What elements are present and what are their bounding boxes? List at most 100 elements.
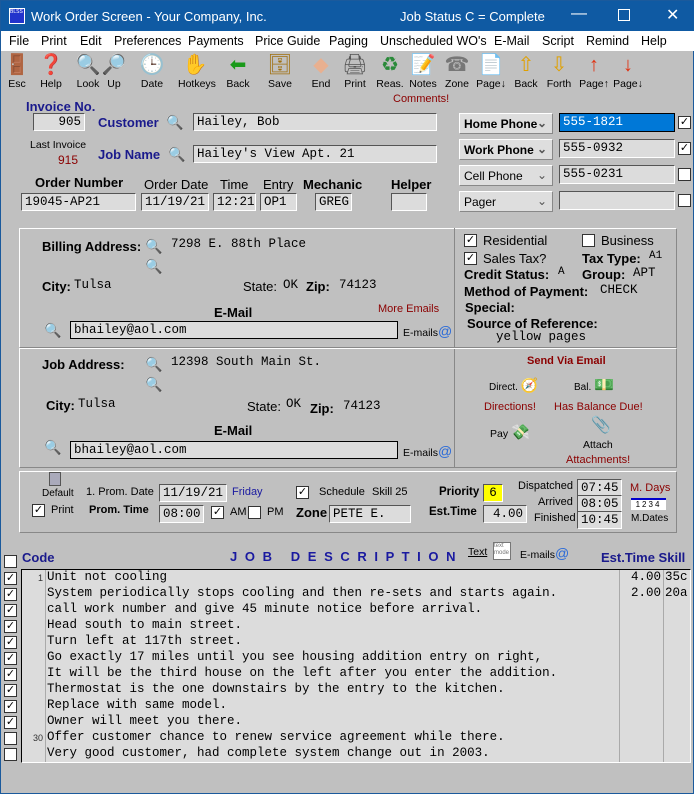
billing-email-field[interactable]: bhailey@aol.com — [70, 321, 398, 339]
toolbar-button-reas-10[interactable]: ♻ Reas. — [373, 52, 407, 90]
line-checkbox[interactable] — [4, 732, 17, 745]
line-checkbox[interactable]: ✓ — [4, 716, 17, 729]
phone-number-field[interactable]: 555-0932 — [559, 139, 675, 158]
toolbar-button-page-17[interactable]: ↓ Page↓ — [611, 52, 645, 90]
toolbar-button-esc-0[interactable]: 🚪 Esc — [0, 52, 34, 90]
prom-date-field[interactable]: 11/19/21 — [159, 484, 227, 502]
toolbar-button-up-3[interactable]: 🔎 Up — [97, 52, 131, 90]
menu-unscheduled[interactable]: Unscheduled WO's — [380, 34, 487, 48]
menu-email[interactable]: E-Mail — [494, 34, 529, 48]
job-email-field[interactable]: bhailey@aol.com — [70, 441, 398, 459]
sales-tax-checkbox[interactable]: ✓ — [464, 252, 477, 265]
job-line[interactable]: Go exactly 17 miles until you see housin… — [22, 650, 692, 666]
toolbar-button-back-14[interactable]: ⇧ Back — [509, 52, 543, 90]
phone-type-select[interactable]: Cell Phone ⌄ — [459, 165, 553, 186]
menu-help[interactable]: Help — [641, 34, 667, 48]
attachments-link[interactable]: Attachments! — [566, 454, 630, 466]
text-button[interactable]: Text — [468, 546, 487, 558]
line-checkbox[interactable]: ✓ — [4, 636, 17, 649]
phone-checkbox[interactable] — [678, 194, 691, 207]
menu-file[interactable]: File — [9, 34, 29, 48]
schedule-checkbox[interactable]: ✓ — [296, 486, 309, 499]
customer-lookup-icon[interactable]: 🔍 — [166, 114, 183, 130]
text-mode-icon[interactable]: text mode — [493, 542, 511, 560]
phone-type-select[interactable]: Pager ⌄ — [459, 191, 553, 212]
line-checkbox[interactable] — [4, 748, 17, 761]
am-checkbox[interactable]: ✓ — [211, 506, 224, 519]
job-address2-lookup-icon[interactable]: 🔍 — [145, 376, 162, 392]
job-line[interactable]: 30 Offer customer chance to renew servic… — [22, 730, 692, 746]
job-line[interactable]: Thermostat is the one downstairs by the … — [22, 682, 692, 698]
job-line[interactable]: Owner will meet you there. — [22, 714, 692, 730]
pm-checkbox[interactable] — [248, 506, 261, 519]
menu-preferences[interactable]: Preferences — [114, 34, 181, 48]
job-line[interactable]: Very good customer, had complete system … — [22, 746, 692, 762]
close-button[interactable]: ✕ — [666, 5, 679, 25]
zone-field[interactable]: PETE E. — [329, 505, 411, 523]
phone-checkbox[interactable]: ✓ — [678, 142, 691, 155]
m-dates-calendar-icon[interactable]: 1234 — [631, 498, 666, 510]
phone-checkbox[interactable]: ✓ — [678, 116, 691, 129]
est-time-field[interactable]: 4.00 — [483, 505, 527, 523]
line-checkbox[interactable]: ✓ — [4, 668, 17, 681]
toolbar-button-notes-11[interactable]: 📝 Notes — [406, 52, 440, 90]
phone-type-select[interactable]: Home Phone ⌄ — [459, 113, 553, 134]
toolbar-button-save-7[interactable]: 🗄 Save — [263, 52, 297, 90]
toolbar-button-print-9[interactable]: 🖨 Print — [338, 52, 372, 90]
line-checkbox[interactable]: ✓ — [4, 588, 17, 601]
menu-script[interactable]: Script — [542, 34, 574, 48]
toolbar-button-page-13[interactable]: 📄 Page↓ — [474, 52, 508, 90]
time-field[interactable]: 12:21 — [213, 193, 256, 211]
menu-edit[interactable]: Edit — [80, 34, 102, 48]
line-checkbox[interactable]: ✓ — [4, 572, 17, 585]
toolbar-button-end-8[interactable]: ◆ End — [304, 52, 338, 90]
maximize-button[interactable] — [618, 9, 630, 21]
toolbar-button-date-4[interactable]: 🕒 Date — [135, 52, 169, 90]
job-email-lookup-icon[interactable]: 🔍 — [44, 439, 61, 455]
comments-link[interactable]: Comments! — [393, 93, 449, 105]
balance-due-link[interactable]: Has Balance Due! — [554, 401, 643, 413]
phone-number-field[interactable]: 555-1821 — [559, 113, 675, 132]
toolbar-button-page-16[interactable]: ↑ Page↑ — [577, 52, 611, 90]
toolbar-button-forth-15[interactable]: ⇩ Forth — [542, 52, 576, 90]
menu-paging[interactable]: Paging — [329, 34, 368, 48]
menu-price-guide[interactable]: Price Guide — [255, 34, 320, 48]
line-checkbox[interactable]: ✓ — [4, 684, 17, 697]
job-name-field[interactable]: Hailey's View Apt. 21 — [193, 145, 437, 163]
priority-field[interactable]: 6 — [483, 484, 503, 502]
menu-payments[interactable]: Payments — [188, 34, 244, 48]
toolbar-button-hotkeys-5[interactable]: ✋ Hotkeys — [178, 52, 216, 90]
pay-button[interactable]: Pay 💸 — [490, 423, 530, 441]
job-name-lookup-icon[interactable]: 🔍 — [168, 146, 185, 162]
business-checkbox[interactable] — [582, 234, 595, 247]
menu-remind[interactable]: Remind — [586, 34, 629, 48]
order-date-field[interactable]: 11/19/21 — [141, 193, 209, 211]
print-checkbox[interactable]: ✓ — [32, 504, 45, 517]
phone-type-select[interactable]: Work Phone ⌄ — [459, 139, 553, 160]
order-number-field[interactable]: 19045-AP21 — [21, 193, 136, 211]
menu-print[interactable]: Print — [41, 34, 67, 48]
billing-email-lookup-icon[interactable]: 🔍 — [44, 322, 61, 338]
line-checkbox[interactable]: ✓ — [4, 700, 17, 713]
invoice-field[interactable]: 905 — [33, 113, 85, 131]
residential-checkbox[interactable]: ✓ — [464, 234, 477, 247]
job-line[interactable]: Replace with same model. — [22, 698, 692, 714]
more-emails-link[interactable]: More Emails — [378, 303, 439, 315]
phone-checkbox[interactable] — [678, 168, 691, 181]
job-address-lookup-icon[interactable]: 🔍 — [145, 356, 162, 372]
job-line[interactable]: call work number and give 45 minute noti… — [22, 602, 692, 618]
billing-address2-lookup-icon[interactable]: 🔍 — [145, 258, 162, 274]
directions-link[interactable]: Directions! — [484, 401, 536, 413]
billing-address-lookup-icon[interactable]: 🔍 — [145, 238, 162, 254]
customer-field[interactable]: Hailey, Bob — [193, 113, 437, 131]
prom-time-field[interactable]: 08:00 — [159, 505, 204, 523]
minimize-button[interactable]: — — [571, 5, 587, 23]
toolbar-button-back-6[interactable]: ⬅ Back — [221, 52, 255, 90]
balance-button[interactable]: Bal. 💵 — [574, 375, 614, 395]
line-checkbox[interactable]: ✓ — [4, 604, 17, 617]
paperclip-icon[interactable]: 📎 — [591, 415, 611, 435]
entry-field[interactable]: OP1 — [260, 193, 297, 211]
line-checkbox[interactable]: ✓ — [4, 652, 17, 665]
toolbar-button-help-1[interactable]: ❓ Help — [34, 52, 68, 90]
job-line[interactable]: Turn left at 117th street. — [22, 634, 692, 650]
